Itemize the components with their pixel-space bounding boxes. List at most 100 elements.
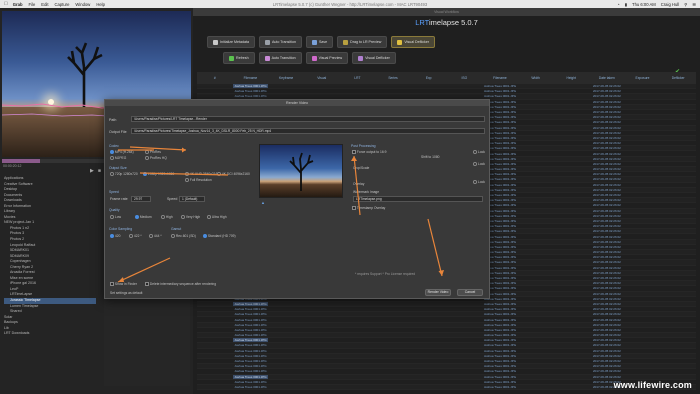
sampling-option-422[interactable]: 422 * bbox=[129, 234, 142, 239]
size-option-720p[interactable]: 720p 1280x720 bbox=[110, 172, 138, 177]
delete-intermediary-checkbox[interactable]: Delete intermediary sequence after rende… bbox=[145, 282, 216, 287]
size-option-4k-uhd[interactable]: 4K UHD 3840x2160 bbox=[185, 172, 219, 177]
quality-option-very-high[interactable]: Very High bbox=[181, 215, 200, 220]
column-header[interactable]: Exposure bbox=[625, 76, 661, 80]
transport-controls: ▶ ■ bbox=[90, 168, 101, 174]
thumbnail-slider-icon[interactable]: ▲ bbox=[261, 200, 265, 205]
tab-bar: Visual Workflow bbox=[193, 8, 700, 16]
size-option-full[interactable]: Full Resolution bbox=[185, 178, 212, 183]
clock[interactable]: Thu 6:00 AM bbox=[632, 2, 656, 7]
search-icon[interactable]: ⚲ bbox=[684, 2, 687, 7]
column-header[interactable]: Width bbox=[518, 76, 554, 80]
frame-rate-field[interactable]: 29.97 bbox=[131, 196, 151, 202]
timestamp-overlay-checkbox[interactable]: Timestamp Overlay bbox=[352, 206, 385, 211]
set-default-link[interactable]: Set settings as default bbox=[110, 291, 142, 295]
auto-transition-button[interactable]: Auto Transition bbox=[258, 36, 302, 48]
user-name[interactable]: Craig Hull bbox=[661, 2, 679, 7]
codec-option-prores-hq[interactable]: ProRes HQ bbox=[145, 156, 167, 161]
column-header[interactable]: # bbox=[197, 76, 233, 80]
speed-value-label: Speed bbox=[167, 197, 178, 201]
quality-option-ultra-high[interactable]: Ultra High bbox=[207, 215, 227, 220]
table-header: # Filename Keyframe Visual LRT Series Exp ISO Fi… bbox=[197, 72, 696, 84]
menu-help[interactable]: Help bbox=[96, 2, 105, 7]
visual-preview-button[interactable]: Visual Preview bbox=[305, 52, 349, 64]
render-video-dialog: Render Video Path /Users/Paradise/Pictur… bbox=[104, 99, 490, 299]
license-note: * requires Support * Pro License require… bbox=[355, 272, 416, 276]
overlay-label: Overlay bbox=[353, 182, 365, 186]
auto-transition-2-button[interactable]: Auto Transition bbox=[258, 52, 302, 64]
column-header[interactable]: Visual bbox=[304, 76, 340, 80]
quality-option-medium[interactable]: Medium bbox=[135, 215, 152, 220]
codec-label: Codec bbox=[109, 144, 119, 148]
tab-visual-workflow[interactable]: Visual Workflow bbox=[434, 10, 459, 14]
refresh-button[interactable]: Refresh bbox=[223, 52, 255, 64]
render-video-button[interactable]: Render Video bbox=[425, 289, 451, 296]
column-header[interactable]: LRT bbox=[340, 76, 376, 80]
column-header[interactable]: Exp bbox=[411, 76, 447, 80]
menu-list-icon[interactable]: ☰ bbox=[692, 2, 696, 7]
column-header[interactable]: Deflicker bbox=[660, 76, 696, 80]
play-icon[interactable]: ▶ bbox=[90, 168, 94, 174]
menu-file[interactable]: File bbox=[29, 2, 36, 7]
column-header[interactable]: Date taken bbox=[589, 76, 625, 80]
size-option-4k-dci[interactable]: 4K DCI 4096x2160 bbox=[217, 172, 250, 177]
initialize-button[interactable]: Initialize Metadata bbox=[207, 36, 255, 48]
lock-option-3[interactable]: Lock bbox=[473, 180, 485, 185]
sampling-option-420[interactable]: 420 bbox=[110, 234, 120, 239]
post-processing-label: Post Processing bbox=[351, 144, 376, 148]
lock-option-1[interactable]: Lock bbox=[473, 150, 485, 155]
wifi-icon[interactable]: ◔ bbox=[617, 2, 620, 7]
stop-icon[interactable]: ■ bbox=[98, 168, 101, 174]
size-option-1080p[interactable]: 1080p 1920x1080 bbox=[143, 172, 174, 177]
menu-edit[interactable]: Edit bbox=[41, 2, 48, 7]
output-file-field[interactable]: /Users/Paradise/Pictures/Timelapse_Joshu… bbox=[131, 128, 485, 134]
menu-capture[interactable]: Capture bbox=[55, 2, 70, 7]
gamut-option-rec601[interactable]: Rec.601 (SD) bbox=[171, 234, 196, 239]
toolbar-row-2: Refresh Auto Transition Visual Preview V… bbox=[223, 52, 396, 64]
drag-to-lr-button[interactable]: Drag to LR Preview bbox=[337, 36, 388, 48]
column-header[interactable]: Series bbox=[375, 76, 411, 80]
path-field[interactable]: /Users/Paradise/Pictures/LRT Timelapse..… bbox=[131, 116, 485, 122]
cancel-button[interactable]: Cancel bbox=[457, 289, 483, 296]
save-button[interactable]: Save bbox=[305, 36, 334, 48]
force-16-9-checkbox[interactable]: Force output to 16:9 bbox=[352, 150, 386, 155]
site-watermark: www.lifewire.com bbox=[613, 380, 692, 390]
menu-window[interactable]: Window bbox=[75, 2, 90, 7]
column-header[interactable]: ISO bbox=[446, 76, 482, 80]
menu-grab[interactable]: Grab bbox=[13, 2, 23, 7]
quality-option-high[interactable]: High bbox=[161, 215, 173, 220]
folder-item[interactable]: LRT Downloads bbox=[4, 331, 96, 337]
sampling-option-444[interactable]: 444 * bbox=[149, 234, 162, 239]
visual-deflicker-button[interactable]: Visual Deflicker bbox=[352, 52, 396, 64]
thumbnail-tree bbox=[289, 152, 314, 191]
codec-option-prores[interactable]: ProRes bbox=[145, 150, 161, 155]
lock-option-2[interactable]: Lock bbox=[473, 162, 485, 167]
watermark-field[interactable]: LRTimelapse.png bbox=[353, 196, 483, 202]
show-in-finder-checkbox[interactable]: Show in Finder bbox=[110, 282, 137, 287]
window-title: LRTimelapse 5.0.7 (c) Gunther Wegner - h… bbox=[272, 1, 428, 7]
output-file-label: Output File bbox=[109, 130, 127, 134]
app-title: LRTimelapse 5.0.7 bbox=[415, 18, 478, 27]
render-preview-thumbnail bbox=[259, 144, 343, 198]
watermark-label: Watermark Image bbox=[353, 190, 380, 194]
apple-icon[interactable]:  bbox=[4, 1, 8, 7]
column-header[interactable]: Keyframe bbox=[268, 76, 304, 80]
speed-field[interactable]: 1 (Default) bbox=[179, 196, 205, 202]
crop-scale-label: Crop/Scale bbox=[353, 166, 370, 170]
output-size-label: Output Size bbox=[109, 166, 127, 170]
column-header[interactable]: Filename bbox=[482, 76, 518, 80]
column-header[interactable]: Filename bbox=[233, 76, 269, 80]
column-header[interactable]: Height bbox=[553, 76, 589, 80]
codec-option-mjpeg[interactable]: MJPEG bbox=[110, 156, 126, 161]
battery-icon[interactable]: ▮ bbox=[625, 2, 627, 7]
menu-bar:  Grab File Edit Capture Window Help LRT… bbox=[0, 0, 700, 8]
timecode: 00:00:20:12 bbox=[3, 164, 22, 168]
gamut-option-hd709[interactable]: Standard (HD 709) bbox=[203, 234, 236, 239]
dialog-title: Render Video bbox=[105, 100, 489, 106]
toolbar-row-1: Initialize Metadata Auto Transition Save… bbox=[207, 36, 436, 48]
codec-option-mp4[interactable]: MP4 (H.264) bbox=[110, 150, 134, 155]
path-label: Path bbox=[109, 118, 117, 122]
quality-option-low[interactable]: Low bbox=[110, 215, 121, 220]
visual-deflicker-top-button[interactable]: Visual Deflicker bbox=[391, 36, 436, 48]
color-sampling-label: Color Sampling bbox=[109, 227, 133, 231]
